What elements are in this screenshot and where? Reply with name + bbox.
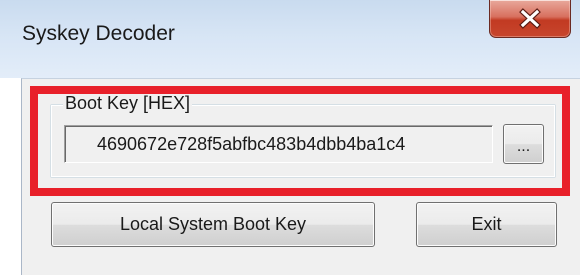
close-button[interactable] xyxy=(489,0,571,38)
local-system-boot-key-button[interactable]: Local System Boot Key xyxy=(51,202,375,247)
title-bar: Syskey Decoder xyxy=(0,0,580,78)
syskey-decoder-window: Syskey Decoder Boot Key [HEX] 4690672e72… xyxy=(0,0,580,275)
window-title: Syskey Decoder xyxy=(22,22,175,45)
close-icon xyxy=(519,8,541,29)
exit-button[interactable]: Exit xyxy=(416,202,557,247)
boot-key-group-label: Boot Key [HEX] xyxy=(63,92,193,114)
boot-key-field[interactable]: 4690672e728f5abfbc483b4dbb4ba1c4 xyxy=(64,125,493,163)
browse-button[interactable]: ... xyxy=(503,124,544,164)
